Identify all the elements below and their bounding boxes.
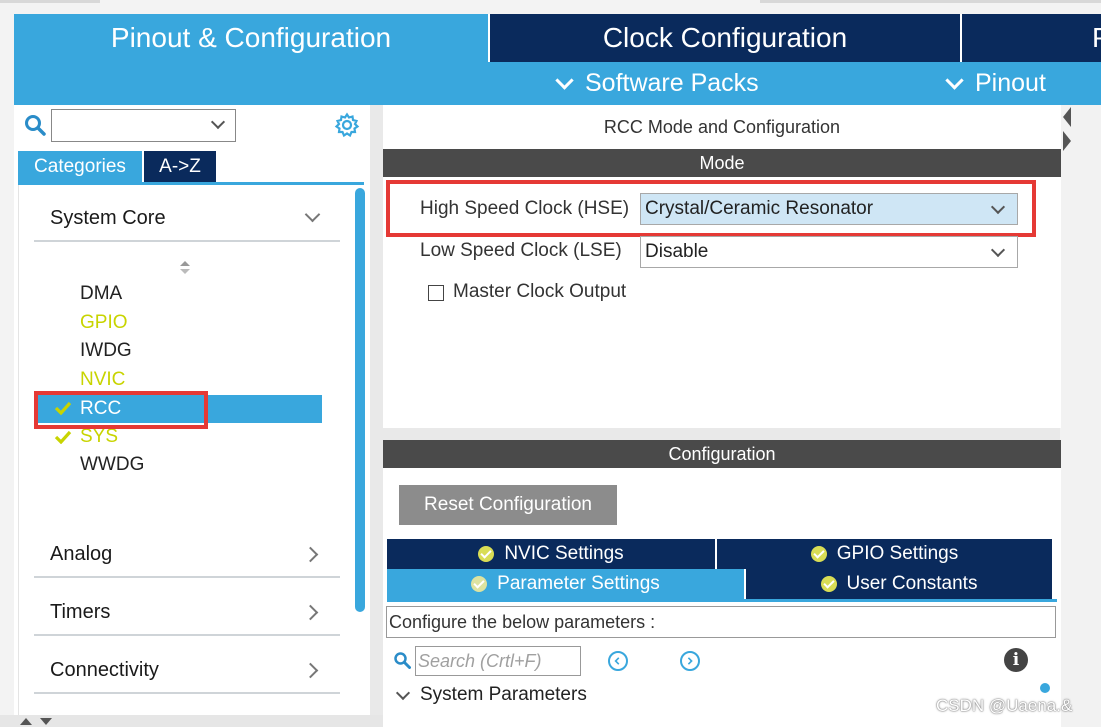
check-circle-icon: [810, 546, 827, 562]
group-timers[interactable]: Timers: [34, 582, 340, 636]
chevron-down-icon: [990, 242, 1006, 258]
tab-pinout-configuration-label: Pinout & Configuration: [110, 22, 392, 53]
tab-nvic-settings-label: NVIC Settings: [504, 543, 624, 564]
parameters-description-text: Configure the below parameters :: [389, 612, 656, 632]
tab-parameter-settings[interactable]: Parameter Settings: [387, 569, 744, 599]
collapse-arrow-icon[interactable]: [1061, 105, 1073, 153]
tab-project-manager-label: P: [1092, 22, 1101, 54]
list-item-iwdg[interactable]: IWDG: [80, 337, 132, 365]
top-strip: [0, 0, 1101, 14]
chevron-down-icon: [945, 71, 964, 90]
software-packs-menu[interactable]: Software Packs: [555, 62, 759, 105]
list-item-label: WWDG: [80, 454, 145, 475]
list-item-label: DMA: [80, 283, 123, 304]
search-icon: [394, 652, 411, 669]
chevron-right-icon: [302, 604, 319, 621]
lse-label: Low Speed Clock (LSE): [420, 240, 622, 261]
annotation-highlight-rcc: [34, 391, 208, 429]
info-icon[interactable]: i: [1004, 648, 1028, 672]
right-edge-panel: [1060, 105, 1101, 727]
configuration-section-header: Configuration: [383, 440, 1061, 468]
list-item-wwdg[interactable]: WWDG: [80, 451, 144, 479]
search-combo[interactable]: [51, 109, 236, 142]
tab-a-to-z-label: A->Z: [159, 155, 201, 177]
tab-project-manager[interactable]: P: [962, 14, 1101, 62]
parameter-search-input[interactable]: Search (Crtl+F): [415, 646, 581, 676]
master-clock-output-label: Master Clock Output: [453, 281, 627, 302]
category-scrollbar[interactable]: [355, 188, 365, 612]
next-match-icon[interactable]: [680, 651, 700, 671]
tab-gpio-settings-label: GPIO Settings: [836, 543, 959, 564]
tab-user-constants-label: User Constants: [846, 573, 978, 594]
check-circle-icon: [471, 576, 488, 592]
mode-section-label: Mode: [699, 152, 745, 173]
tab-parameter-settings-label: Parameter Settings: [497, 573, 660, 594]
list-item-label: GPIO: [80, 312, 128, 333]
chevron-right-icon: [302, 662, 319, 679]
tab-nvic-settings[interactable]: NVIC Settings: [387, 539, 715, 569]
tab-user-constants[interactable]: User Constants: [746, 569, 1052, 599]
tab-clock-configuration[interactable]: Clock Configuration: [490, 14, 960, 62]
sub-menu-bar: Software Packs Pinout: [14, 62, 1101, 105]
tab-clock-configuration-label: Clock Configuration: [602, 22, 848, 53]
param-tabs-underline: [387, 599, 1057, 602]
annotation-highlight-hse: [386, 180, 1036, 237]
group-connectivity[interactable]: Connectivity: [34, 640, 340, 694]
parameters-description: Configure the below parameters :: [386, 606, 1056, 638]
splitter-arrows-icon[interactable]: [20, 716, 64, 727]
configuration-section-label: Configuration: [668, 443, 776, 464]
chevron-down-icon: [555, 71, 574, 90]
master-clock-output-checkbox[interactable]: [428, 285, 444, 301]
parameter-search-placeholder: Search (Crtl+F): [418, 651, 542, 671]
group-timers-label: Timers: [50, 601, 111, 623]
panel-title: RCC Mode and Configuration: [603, 117, 841, 137]
mode-section-header: Mode: [383, 149, 1061, 177]
group-system-core[interactable]: System Core: [34, 188, 340, 242]
group-analog[interactable]: Analog: [34, 524, 340, 578]
chevron-down-icon: [210, 114, 226, 130]
scroll-indicator: [1040, 683, 1050, 693]
list-item-gpio[interactable]: GPIO: [80, 309, 128, 337]
search-icon[interactable]: [24, 114, 46, 136]
pinout-menu[interactable]: Pinout: [945, 62, 1046, 105]
tab-categories-label: Categories: [34, 155, 126, 177]
list-item-dma[interactable]: DMA: [80, 280, 122, 308]
group-connectivity-label: Connectivity: [50, 659, 159, 681]
lse-select[interactable]: Disable: [640, 236, 1018, 268]
gear-icon[interactable]: [334, 112, 360, 138]
tab-gpio-settings[interactable]: GPIO Settings: [717, 539, 1052, 569]
list-item-nvic[interactable]: NVIC: [80, 366, 125, 394]
chevron-right-icon: [302, 546, 319, 563]
group-analog-label: Analog: [50, 543, 113, 565]
lse-select-value: Disable: [645, 241, 709, 262]
window-left-edge: [0, 14, 14, 727]
chevron-down-icon: [304, 206, 321, 223]
list-item-label: IWDG: [80, 340, 132, 361]
check-circle-icon: [478, 546, 495, 562]
pinout-label: Pinout: [975, 69, 1046, 97]
tab-pinout-configuration[interactable]: Pinout & Configuration: [14, 14, 488, 62]
reset-configuration-button[interactable]: Reset Configuration: [399, 485, 617, 525]
check-icon: [54, 430, 72, 444]
previous-match-icon[interactable]: [608, 651, 628, 671]
software-packs-label: Software Packs: [585, 69, 759, 97]
check-circle-icon: [820, 576, 837, 592]
system-parameters-group[interactable]: System Parameters: [420, 684, 587, 706]
reset-configuration-label: Reset Configuration: [424, 494, 592, 515]
watermark: CSDN @Uaena.&: [936, 696, 1073, 715]
sort-icon[interactable]: [178, 258, 192, 278]
list-item-label: SYS: [80, 426, 119, 447]
tab-a-to-z[interactable]: A->Z: [144, 151, 216, 182]
tab-categories[interactable]: Categories: [18, 151, 142, 182]
group-system-core-label: System Core: [50, 207, 166, 229]
list-item-label: NVIC: [80, 369, 126, 390]
